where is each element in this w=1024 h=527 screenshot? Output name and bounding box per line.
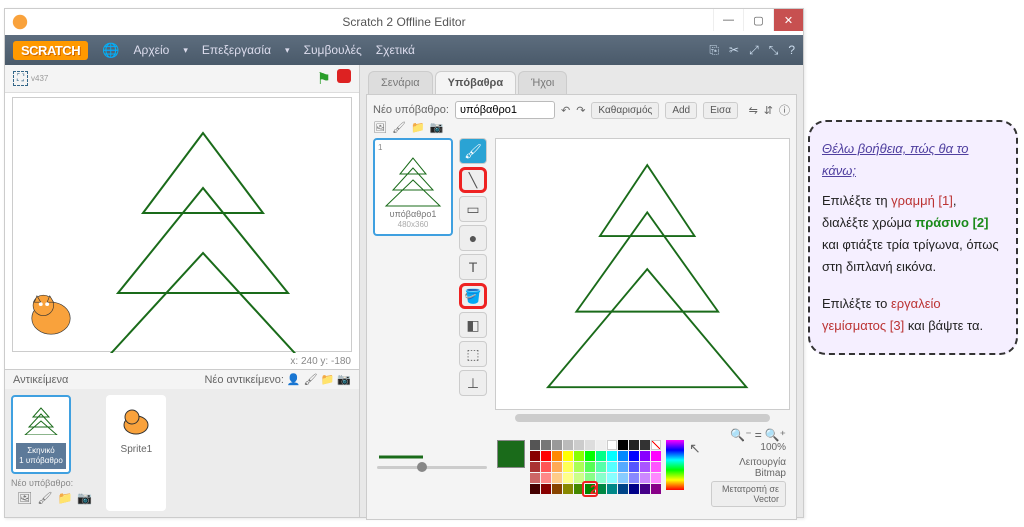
backdrop-library-icon[interactable]: 🖼: [17, 491, 32, 505]
select-tool[interactable]: ⬚: [459, 341, 487, 367]
help-callout: Θέλω βοήθεια, πώς θα το κάνω; Επιλέξτε τ…: [808, 120, 1018, 355]
no-color-swatch: [651, 440, 661, 450]
paint-editor: Νέο υπόβαθρο: ↶ ↷ Καθαρισμός Add Εισα ⇋ …: [366, 94, 797, 520]
brush-tool[interactable]: 🖌: [459, 138, 487, 164]
paint-backdrop-icon[interactable]: 🖌: [37, 491, 52, 505]
help-title: Θέλω βοήθεια, πώς θα το κάνω;: [822, 138, 1004, 182]
cut-icon[interactable]: ✂: [729, 43, 739, 58]
add-button[interactable]: Add: [665, 102, 697, 119]
eyedropper-icon[interactable]: ↖: [689, 440, 701, 457]
fullscreen-icon[interactable]: ⛶: [13, 71, 28, 86]
left-panel: ⛶ v437 ⚑: [5, 65, 360, 517]
zoom-in-icon[interactable]: 🔍⁺: [765, 428, 786, 442]
flip-h-icon[interactable]: ⇋: [749, 104, 758, 117]
upload-backdrop-icon[interactable]: 📁: [57, 491, 72, 505]
tab-scripts[interactable]: Σενάρια: [368, 71, 433, 94]
line-tool[interactable]: ╲1: [459, 167, 487, 193]
camera-sprite-icon[interactable]: 📷: [337, 373, 351, 386]
flip-v-icon[interactable]: ⇵: [764, 104, 773, 117]
language-icon[interactable]: 🌐: [102, 42, 119, 59]
line-width-slider[interactable]: [377, 466, 487, 484]
stage-coords: x: 240 y: -180: [5, 356, 359, 369]
menu-edit[interactable]: Επεξεργασία: [202, 43, 271, 57]
camera-icon[interactable]: 📷: [430, 121, 444, 134]
paint-canvas[interactable]: [495, 138, 790, 410]
sprite-from-library-icon[interactable]: 👤: [287, 373, 301, 386]
menu-tips[interactable]: Συμβουλές: [304, 43, 362, 57]
stop-icon[interactable]: [337, 69, 351, 83]
scratch-logo: SCRATCH: [13, 41, 88, 60]
right-panel: Σενάρια Υπόβαθρα Ήχοι Νέο υπόβαθρο: ↶ ↷ …: [360, 65, 803, 517]
menubar: SCRATCH 🌐 Αρχείο▾ Επεξεργασία▾ Συμβουλές…: [5, 35, 803, 65]
ellipse-tool[interactable]: ●: [459, 225, 487, 251]
tab-sounds[interactable]: Ήχοι: [518, 71, 567, 94]
app-window: Scratch 2 Offline Editor — ▢ ✕ SCRATCH 🌐…: [4, 8, 804, 518]
sprite-thumbnail[interactable]: Sprite1: [106, 395, 166, 511]
zoom-out-icon[interactable]: 🔍⁻: [730, 428, 751, 442]
paint-sprite-icon[interactable]: 🖌: [304, 373, 318, 386]
zoom-reset-icon[interactable]: =: [755, 428, 762, 442]
green-flag-icon[interactable]: ⚑: [317, 69, 331, 89]
version-label: v437: [31, 74, 48, 83]
zoom-level: 100%: [711, 442, 786, 453]
window-title: Scratch 2 Offline Editor: [342, 15, 465, 29]
scratch-cat-sprite[interactable]: [19, 283, 83, 347]
text-tool[interactable]: T: [459, 254, 487, 280]
import-button[interactable]: Εισα: [703, 102, 738, 119]
grow-icon[interactable]: ⤢: [749, 43, 759, 58]
redo-icon[interactable]: ↷: [576, 104, 585, 117]
menu-about[interactable]: Σχετικά: [376, 43, 415, 57]
help-p2: Επιλέξτε το εργαλείο γεμίσματος [3] και …: [822, 293, 1004, 337]
app-icon: [11, 13, 29, 31]
mode-label: Λειτουργία Bitmap: [711, 457, 786, 479]
new-backdrop-label: Νέο υπόβαθρο:: [11, 474, 98, 488]
stamp-tool[interactable]: ⊥: [459, 370, 487, 396]
current-color[interactable]: [497, 440, 525, 468]
gradient-picker[interactable]: [666, 440, 684, 490]
upload-sprite-icon[interactable]: 📁: [321, 373, 335, 386]
help-icon2[interactable]: ⓘ: [779, 102, 790, 118]
sprite-area: Σκηνικό1 υπόβαθρο Νέο υπόβαθρο: 🖼 🖌 📁 📷 …: [5, 389, 359, 517]
stage[interactable]: [12, 97, 352, 352]
close-button[interactable]: ✕: [773, 9, 803, 31]
rectangle-tool[interactable]: ▭: [459, 196, 487, 222]
clear-button[interactable]: Καθαρισμός: [591, 102, 659, 119]
minimize-button[interactable]: —: [713, 9, 743, 31]
help-p1: Επιλέξτε τη γραμμή [1], διαλέξτε χρώμα π…: [822, 190, 1004, 278]
undo-icon[interactable]: ↶: [561, 104, 570, 117]
titlebar: Scratch 2 Offline Editor — ▢ ✕: [5, 9, 803, 35]
new-backdrop-label2: Νέο υπόβαθρο:: [373, 104, 449, 116]
costume-thumbnail[interactable]: 1 υπόβαθρο1480x360: [373, 138, 453, 236]
sprites-label: Αντικείμενα: [13, 374, 68, 386]
shrink-icon[interactable]: ⤡: [769, 43, 779, 58]
paint-new-icon[interactable]: 🖌: [392, 121, 406, 134]
choose-backdrop-icon[interactable]: 🖼: [373, 121, 387, 134]
camera-backdrop-icon[interactable]: 📷: [77, 491, 92, 505]
stage-thumbnail[interactable]: Σκηνικό1 υπόβαθρο: [11, 395, 71, 474]
menu-file[interactable]: Αρχείο: [134, 43, 170, 57]
upload-icon[interactable]: 📁: [411, 121, 425, 134]
marker-2: 2: [590, 482, 597, 497]
convert-vector-button[interactable]: Μετατροπή σε Vector: [711, 481, 786, 507]
tab-backdrops[interactable]: Υπόβαθρα: [435, 71, 516, 94]
duplicate-icon[interactable]: ⎘: [709, 43, 719, 58]
canvas-scrollbar[interactable]: [515, 414, 770, 422]
help-icon[interactable]: ?: [788, 43, 795, 58]
new-sprite-label: Νέο αντικείμενο:: [204, 374, 283, 386]
maximize-button[interactable]: ▢: [743, 9, 773, 31]
fill-tool[interactable]: 🪣3: [459, 283, 487, 309]
eraser-tool[interactable]: ◧: [459, 312, 487, 338]
costume-name-input[interactable]: [455, 101, 555, 119]
